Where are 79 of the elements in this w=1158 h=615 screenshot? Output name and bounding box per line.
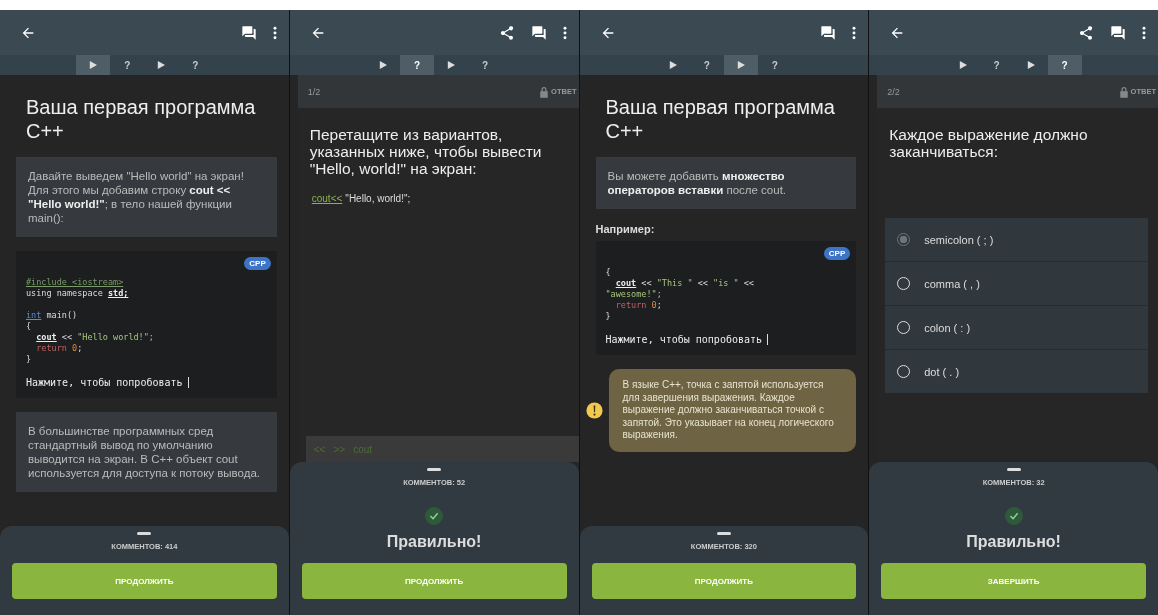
text-cursor [187, 377, 189, 388]
play-icon [379, 61, 388, 69]
option-item[interactable]: colon ( : ) [885, 306, 1148, 350]
warning-icon [585, 401, 603, 419]
note-text: Вы можете добавить множество операторов вставки после cout. [595, 157, 857, 209]
play-icon [447, 61, 456, 69]
code-line: } [26, 354, 33, 365]
drag-handle[interactable] [137, 532, 152, 535]
chat-icon[interactable] [530, 24, 547, 41]
try-it-link[interactable]: Нажмите, чтобы попробовать [26, 377, 183, 388]
step-tab[interactable]: ? [1047, 55, 1082, 75]
chat-icon[interactable] [820, 24, 837, 41]
code-line: { [26, 321, 33, 332]
question-counter: 1/2 [307, 86, 321, 97]
step-tab[interactable] [76, 55, 111, 75]
option-label: comma ( , ) [924, 277, 980, 290]
code-line: #include <iostream> [26, 277, 125, 288]
play-icon [1026, 61, 1035, 69]
share-icon[interactable] [498, 24, 515, 41]
more-options-icon[interactable] [562, 24, 567, 41]
more-options-icon[interactable] [1142, 24, 1146, 41]
option-label: colon ( : ) [924, 321, 971, 334]
hint-bubble: В языке C++, точка с запятой используется для завершения выражения. Каждое выражение должно заканчиваться точкой с запятой. Это указывает на конец логического выражения. [608, 369, 857, 452]
language-badge: CPP [823, 247, 851, 260]
question-text: Каждое выражение должно заканчиваться: [889, 126, 1089, 160]
option-label: dot ( . ) [924, 365, 960, 378]
chat-icon[interactable] [1110, 24, 1126, 41]
more-options-icon[interactable] [272, 24, 277, 41]
result-text: Правильно! [386, 533, 482, 551]
filled-blank[interactable]: cout<< [311, 193, 343, 204]
language-badge: CPP [244, 257, 271, 270]
lock-icon [539, 85, 550, 98]
example-label: Например: [595, 223, 656, 235]
code-text: "Hello, world!"; [345, 193, 411, 204]
step-tab[interactable]: ? [757, 55, 792, 75]
step-tab[interactable]: ? [979, 55, 1014, 75]
radio-button[interactable] [897, 233, 911, 246]
try-it-link[interactable]: Нажмите, чтобы попробовать [605, 334, 763, 345]
option-item[interactable]: dot ( . ) [885, 350, 1148, 393]
play-icon [157, 61, 166, 69]
play-icon [958, 61, 967, 69]
code-line: int main() [26, 309, 79, 321]
code-line: cout << "Hello world!"; [35, 332, 155, 343]
code-line: return 0; [614, 300, 663, 311]
share-icon[interactable] [1078, 24, 1094, 41]
step-tab[interactable]: ? [689, 55, 724, 75]
option-label: semicolon ( ; ) [924, 233, 994, 246]
option-item[interactable]: comma ( , ) [885, 262, 1148, 306]
play-icon [668, 61, 677, 69]
play-icon [736, 61, 745, 69]
drag-handle[interactable] [427, 468, 442, 471]
code-line: using namespace std; [26, 288, 130, 299]
check-icon [425, 507, 444, 525]
code-line: "awesome!"; [605, 289, 663, 300]
drag-handle[interactable] [1006, 468, 1021, 471]
question-counter: 2/2 [887, 86, 900, 97]
code-line: } [605, 311, 612, 322]
play-icon [89, 61, 98, 69]
step-tab[interactable] [723, 55, 758, 75]
question-text: Перетащите из вариантов, указанных ниже, чтобы вывести "Hello, world!" на экран: [309, 126, 543, 177]
step-tab[interactable]: ? [110, 55, 145, 75]
check-icon [1004, 507, 1023, 525]
option-item[interactable]: semicolon ( ; ) [885, 218, 1148, 262]
lesson-title: Ваша первая программа C++ [605, 95, 836, 143]
note-text: В большинстве программных сред стандартный вывод по умолчанию выводится на экран. В C++ объект cout используется для доступа к потоку вывода. [16, 412, 277, 492]
step-tab[interactable]: ? [400, 55, 435, 75]
code-line: cout << "This " << "is " << [614, 278, 755, 289]
more-options-icon[interactable] [852, 24, 857, 41]
code-line: { [605, 267, 612, 278]
lesson-title: Ваша первая программа C++ [26, 95, 257, 143]
text-cursor [767, 334, 769, 345]
result-text: Правильно! [966, 533, 1061, 551]
chat-icon[interactable] [240, 24, 257, 41]
drag-handle[interactable] [716, 532, 731, 535]
step-tab[interactable]: ? [468, 55, 503, 75]
code-line: return 0; [35, 343, 84, 354]
note-text: Давайте выведем "Hello world" на экран! Для этого мы добавим строку cout << "Hello world!"; в тело нашей функции main(): [16, 157, 277, 237]
step-tab[interactable]: ? [178, 55, 213, 75]
lock-icon [1118, 85, 1129, 98]
